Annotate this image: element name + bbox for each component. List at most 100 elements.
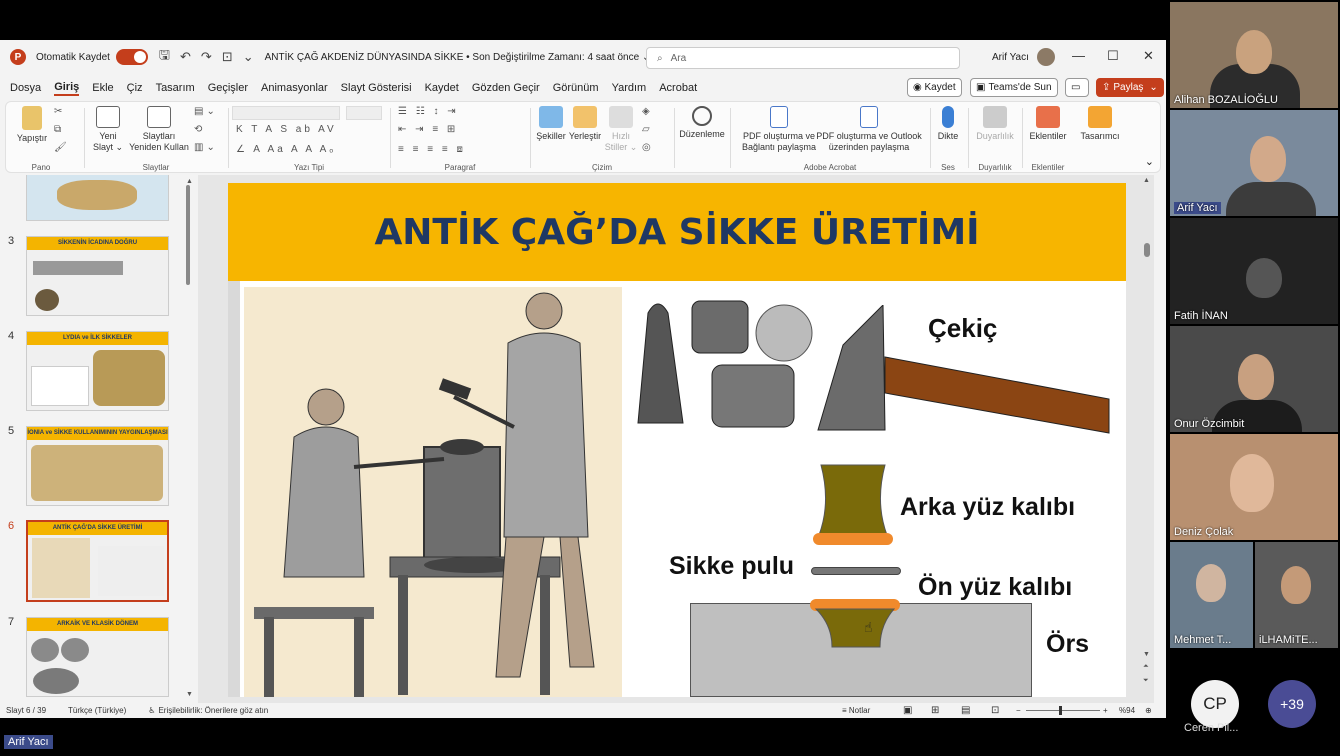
slide-thumbnail-2[interactable] xyxy=(26,175,169,221)
participant-tile[interactable]: iLHAMiTE... xyxy=(1255,542,1338,648)
scroll-up-icon[interactable]: ▲ xyxy=(186,178,193,185)
font-name-field[interactable] xyxy=(232,106,340,120)
document-title[interactable]: ANTİK ÇAĞ AKDENİZ DÜNYASINDA SİKKE • Son… xyxy=(265,52,651,63)
teams-present-button[interactable]: ▣ Teams'de Sun xyxy=(970,78,1058,97)
undo-icon[interactable]: ↶ xyxy=(180,49,191,65)
tab-draw[interactable]: Çiz xyxy=(127,82,143,94)
indent-icons[interactable]: ⇤ ⇥ ≡ ⊞ xyxy=(398,124,458,135)
fit-to-window-icon[interactable]: ⊕ xyxy=(1145,706,1152,715)
tab-slideshow[interactable]: Slayt Gösterisi xyxy=(341,82,412,94)
slide-thumbnail-6[interactable]: ANTİK ÇAĞ'DA SİKKE ÜRETİMİ xyxy=(26,520,169,602)
align-icons[interactable]: ≡ ≡ ≡ ≡ ⧈ xyxy=(398,144,466,155)
layout-icon[interactable]: ▤⌄ xyxy=(194,106,218,117)
paste-button[interactable]: Yapıştır xyxy=(12,106,52,144)
text-format-icons[interactable]: K T A S ab AV xyxy=(236,124,337,135)
present-icon[interactable]: ⊡ xyxy=(222,49,233,65)
shapes-button[interactable]: Şekiller xyxy=(534,106,568,142)
shape-outline-icon[interactable]: ▱ xyxy=(642,124,653,135)
close-icon[interactable]: ✕ xyxy=(1143,48,1154,64)
scroll-thumb[interactable] xyxy=(1144,243,1150,257)
reset-icon[interactable]: ⟲ xyxy=(194,124,205,135)
tab-help[interactable]: Yardım xyxy=(612,82,647,94)
tab-record[interactable]: Kaydet xyxy=(425,82,459,94)
tab-animations[interactable]: Animasyonlar xyxy=(261,82,328,94)
reading-view-icon[interactable]: ▤ xyxy=(961,705,970,716)
cut-icon[interactable]: ✂ xyxy=(54,106,65,117)
tab-review[interactable]: Gözden Geçir xyxy=(472,82,540,94)
list-icons[interactable]: ☰ ☷ ↕ ⇥ xyxy=(398,106,459,117)
comments-button[interactable]: ▭ xyxy=(1065,78,1089,97)
designer-button[interactable]: Tasarımcı xyxy=(1074,106,1126,142)
slide-thumbnail-4[interactable]: LYDIA ve İLK SİKKELER xyxy=(26,331,169,411)
next-slide-icon[interactable]: ⏷ xyxy=(1143,677,1149,685)
slide-scrollbar[interactable]: ▲ ▼ ⏶ ⏷ xyxy=(1143,177,1151,701)
share-button[interactable]: ⇪ Paylaş ⌄ xyxy=(1096,78,1164,97)
autosave-toggle[interactable] xyxy=(115,49,148,65)
sensitivity-button[interactable]: Duyarlılık xyxy=(970,106,1020,142)
tab-transitions[interactable]: Geçişler xyxy=(208,82,248,94)
maximize-icon[interactable]: ☐ xyxy=(1107,48,1119,64)
section-icon[interactable]: ▥⌄ xyxy=(194,142,218,153)
save-icon[interactable]: 🖫 xyxy=(159,46,170,68)
participant-tile[interactable]: Arif Yacı xyxy=(1170,110,1338,216)
notes-button[interactable]: ≡ Notlar xyxy=(842,706,870,715)
copy-icon[interactable]: ⧉ xyxy=(54,124,64,135)
addins-button[interactable]: Eklentiler xyxy=(1024,106,1072,142)
tab-acrobat[interactable]: Acrobat xyxy=(659,82,697,94)
slide-thumbnail-5[interactable]: İONIA ve SİKKE KULLANIMININ YAYGINLAŞMAS… xyxy=(26,426,169,506)
previous-slide-icon[interactable]: ⏶ xyxy=(1143,663,1149,671)
slide-thumbnail-7[interactable]: ARKAİK VE KLASİK DÖNEM xyxy=(26,617,169,697)
format-painter-icon[interactable]: 🖌 xyxy=(54,142,70,153)
slide[interactable]: ANTİK ÇAĞ’DA SİKKE ÜRETİMİ Çekiç Arka yü… xyxy=(228,183,1126,697)
arrange-button[interactable]: Yerleştir xyxy=(568,106,602,142)
pdf-outlook-button[interactable]: PDF oluşturma ve Outlook üzerinden paylaş… xyxy=(816,106,922,153)
customize-qat-icon[interactable]: ⌄ xyxy=(243,49,254,65)
redo-icon[interactable]: ↷ xyxy=(201,49,212,65)
new-slide-button[interactable]: Yeni Slayt ⌄ xyxy=(90,106,126,153)
tab-view[interactable]: Görünüm xyxy=(553,82,599,94)
search-input[interactable]: ⌕ Ara xyxy=(646,47,960,69)
minimize-icon[interactable]: — xyxy=(1072,48,1085,63)
scroll-down-icon[interactable]: ▼ xyxy=(186,691,193,698)
tab-home[interactable]: Giriş xyxy=(54,81,80,96)
tab-file[interactable]: Dosya xyxy=(10,82,41,94)
normal-view-icon[interactable]: ▣ xyxy=(903,705,912,716)
scroll-down-icon[interactable]: ▼ xyxy=(1143,651,1150,658)
slide-thumbnail-3[interactable]: SİKKENİN İCADINA DOĞRU xyxy=(26,236,169,316)
editing-button[interactable]: Düzenleme xyxy=(676,106,728,140)
shape-effects-icon[interactable]: ◎ xyxy=(642,142,654,153)
more-participants-button[interactable]: +39 xyxy=(1268,680,1316,728)
slide-sorter-icon[interactable]: ⊞ xyxy=(931,705,939,716)
reuse-slides-button[interactable]: Slaytları Yeniden Kullan xyxy=(128,106,190,153)
participant-tile[interactable]: Alihan BOZALİOĞLU xyxy=(1170,2,1338,108)
participant-tile[interactable]: Mehmet T... xyxy=(1170,542,1253,648)
zoom-out-icon[interactable]: − xyxy=(1016,706,1021,715)
coin-blank-label: Sikke pulu xyxy=(669,552,795,580)
participant-avatar[interactable]: CP xyxy=(1191,680,1239,728)
slide-title[interactable]: ANTİK ÇAĞ’DA SİKKE ÜRETİMİ xyxy=(228,183,1126,281)
participant-tile[interactable]: Deniz Çolak xyxy=(1170,434,1338,540)
zoom-slider-thumb[interactable] xyxy=(1059,706,1062,715)
tab-design[interactable]: Tasarım xyxy=(156,82,195,94)
participant-tile[interactable]: Fatih İNAN xyxy=(1170,218,1338,324)
acrobat-group-label: Adobe Acrobat xyxy=(803,163,857,172)
thumbnail-scrollbar[interactable] xyxy=(186,185,190,285)
collapse-ribbon-icon[interactable]: ⌄ xyxy=(1145,155,1154,168)
accessibility-status[interactable]: Erişilebilirlik: Önerilere göz atın xyxy=(158,706,268,715)
dictate-button[interactable]: Dikte xyxy=(932,106,964,142)
shape-fill-icon[interactable]: ◈ xyxy=(642,106,653,117)
language-indicator[interactable]: Türkçe (Türkiye) xyxy=(68,706,126,715)
participant-tile[interactable]: Onur Özcimbit xyxy=(1170,326,1338,432)
zoom-in-icon[interactable]: + xyxy=(1103,706,1108,715)
quick-styles-button[interactable]: Hızlı Stiller ⌄ xyxy=(604,106,638,153)
zoom-level[interactable]: %94 xyxy=(1119,706,1135,715)
record-button[interactable]: ◉ Kaydet xyxy=(907,78,962,97)
zoom-slider[interactable] xyxy=(1026,710,1100,711)
font-size-field[interactable] xyxy=(346,106,382,120)
scroll-up-icon[interactable]: ▲ xyxy=(1143,177,1150,184)
slideshow-view-icon[interactable]: ⊡ xyxy=(991,705,999,716)
font-color-icons[interactable]: ∠ A Aa A A Aₒ xyxy=(236,144,336,155)
pdf-link-button[interactable]: PDF oluşturma ve Bağlantı paylaşma xyxy=(736,106,822,153)
account-area[interactable]: Arif Yacı xyxy=(992,48,1055,66)
tab-insert[interactable]: Ekle xyxy=(92,82,113,94)
